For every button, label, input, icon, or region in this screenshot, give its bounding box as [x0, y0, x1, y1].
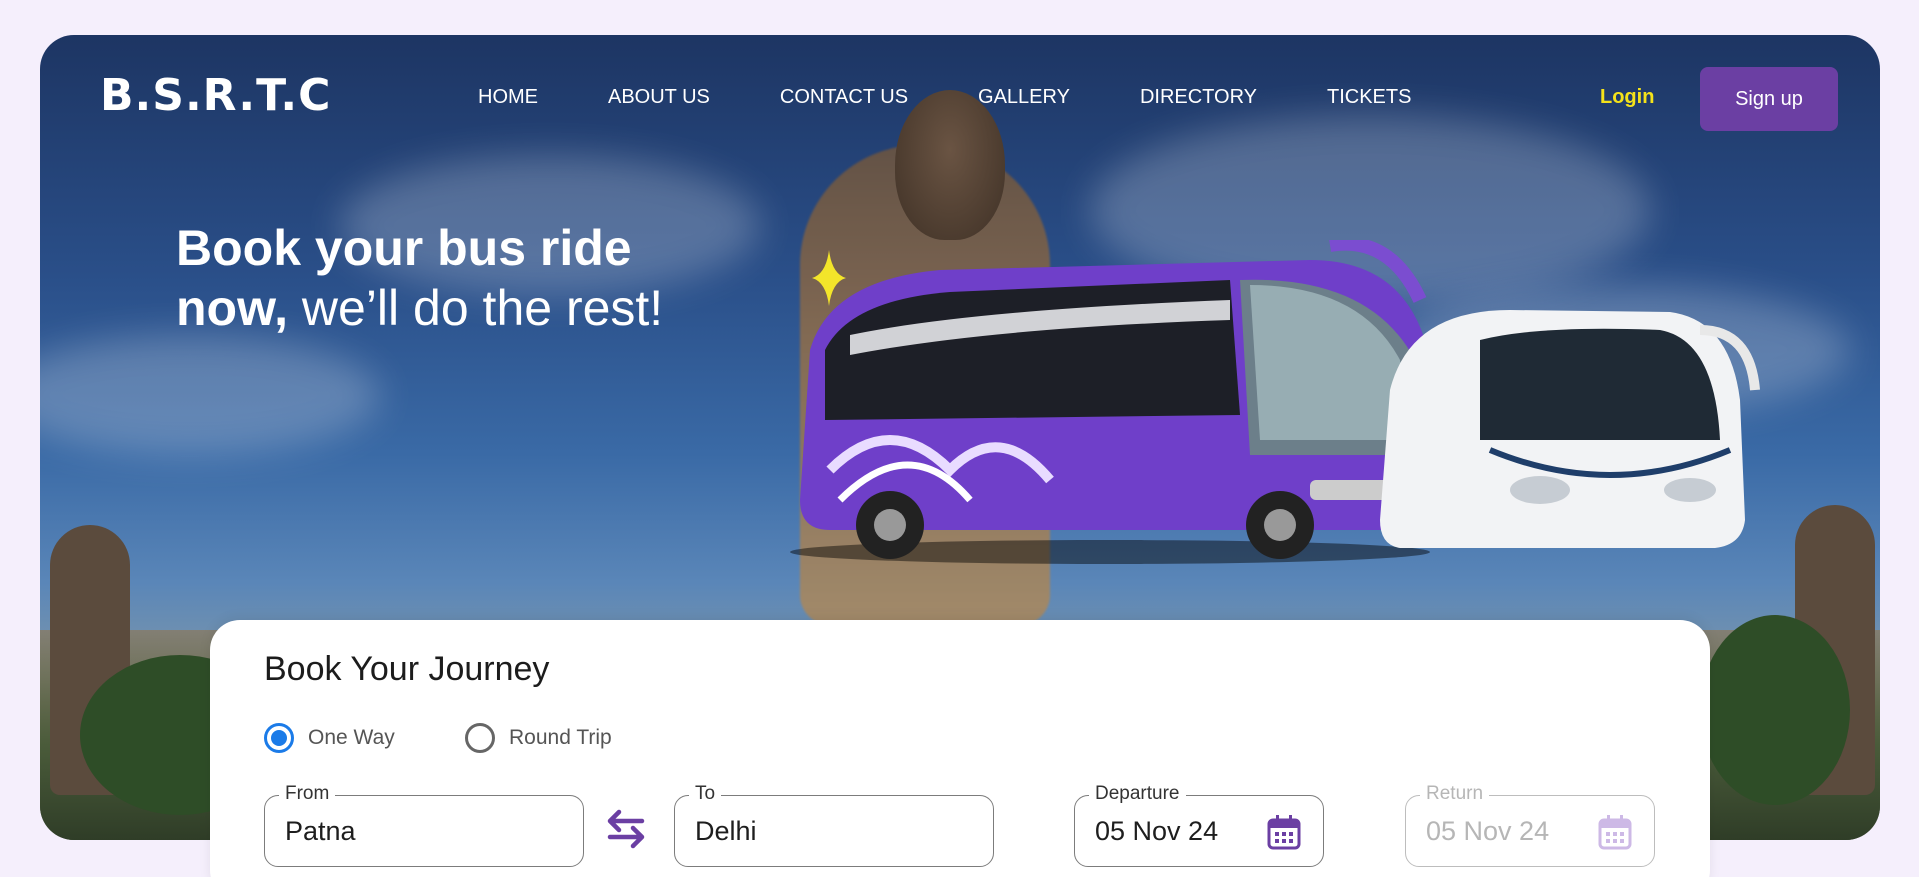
to-label: To	[689, 783, 722, 805]
calendar-icon[interactable]	[1598, 814, 1632, 850]
login-link[interactable]: Login	[1600, 86, 1654, 109]
booking-title: Book Your Journey	[264, 650, 550, 688]
tree	[1700, 615, 1850, 805]
headline-rest: we’ll do the rest!	[288, 280, 664, 336]
signup-button[interactable]: Sign up	[1700, 67, 1838, 131]
nav-contact-us[interactable]: CONTACT US	[780, 86, 908, 109]
radio-selected-icon[interactable]	[264, 723, 294, 753]
brand-logo[interactable]: B.S.R.T.C	[100, 70, 331, 121]
buddha-statue-head	[895, 90, 1005, 240]
departure-label: Departure	[1089, 783, 1186, 805]
to-field[interactable]: To Delhi	[674, 783, 994, 867]
radio-one-way[interactable]: One Way	[264, 723, 395, 753]
return-field[interactable]: Return 05 Nov 24	[1405, 783, 1655, 867]
nav-home[interactable]: HOME	[478, 86, 538, 109]
departure-value[interactable]: 05 Nov 24	[1095, 816, 1218, 847]
radio-one-way-label: One Way	[308, 726, 395, 749]
cloud	[40, 335, 380, 455]
from-label: From	[279, 783, 336, 805]
radio-unselected-icon[interactable]	[465, 723, 495, 753]
main-nav: HOME ABOUT US CONTACT US GALLERY DIRECTO…	[478, 86, 1481, 109]
return-value[interactable]: 05 Nov 24	[1426, 816, 1549, 847]
headline-now: now,	[176, 280, 289, 336]
headline-line-1: Book your bus ride	[176, 220, 632, 276]
departure-field[interactable]: Departure 05 Nov 24	[1074, 783, 1324, 867]
calendar-icon[interactable]	[1267, 814, 1301, 850]
white-bus-image	[1380, 310, 1760, 548]
purple-bus-image	[790, 240, 1440, 564]
from-value[interactable]: Patna	[285, 816, 356, 847]
nav-gallery[interactable]: GALLERY	[978, 86, 1070, 109]
return-label: Return	[1420, 783, 1490, 805]
from-field[interactable]: From Patna	[264, 783, 584, 867]
radio-round-trip[interactable]: Round Trip	[465, 723, 612, 753]
headline-line-2: now, we’ll do the rest!	[176, 278, 663, 338]
nav-tickets[interactable]: TICKETS	[1327, 86, 1411, 109]
to-value[interactable]: Delhi	[695, 816, 757, 847]
hero-headline: Book your bus ride now, we’ll do the res…	[176, 218, 663, 338]
swap-arrows-icon[interactable]	[602, 805, 650, 853]
radio-round-trip-label: Round Trip	[509, 726, 612, 749]
nav-about-us[interactable]: ABOUT US	[608, 86, 710, 109]
booking-card: Book Your Journey One Way Round Trip Fro…	[210, 620, 1710, 877]
sparkle-icon	[812, 250, 846, 306]
nav-directory[interactable]: DIRECTORY	[1140, 86, 1257, 109]
